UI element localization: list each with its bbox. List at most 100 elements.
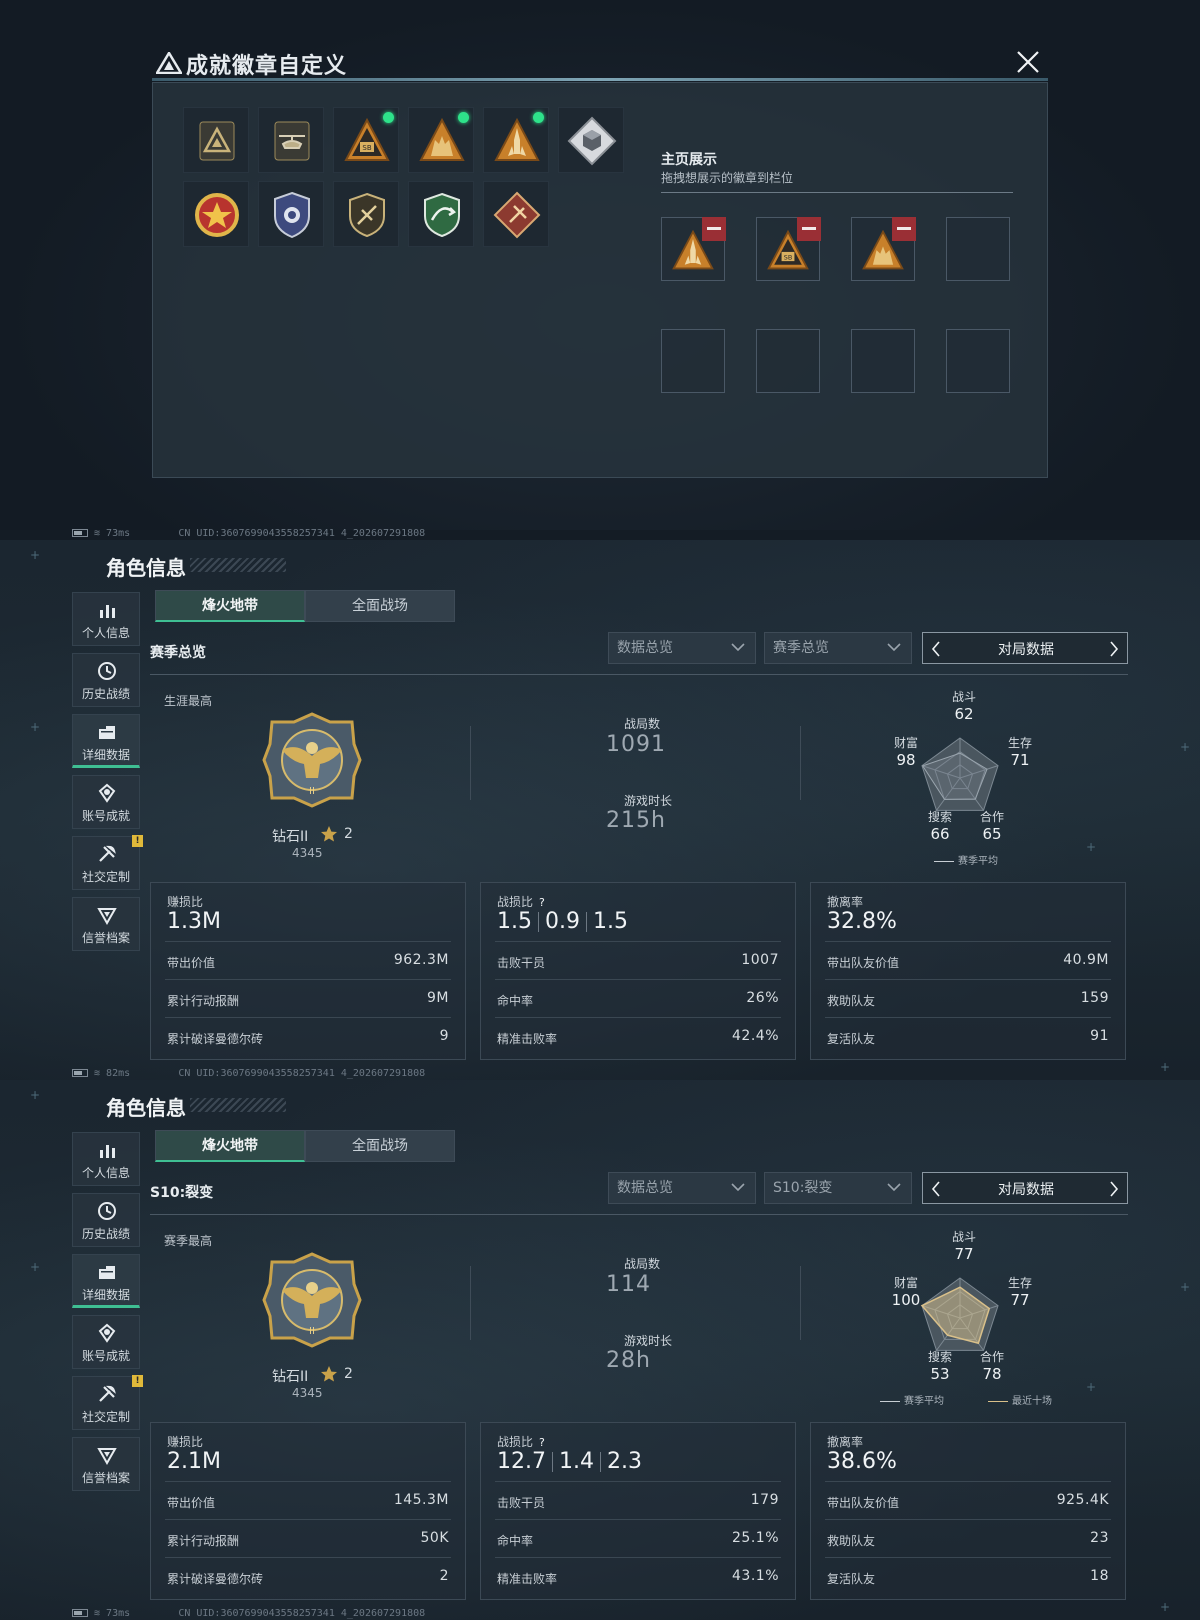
match-data-pager[interactable]: 对局数据: [922, 632, 1128, 664]
showcase-slot-empty[interactable]: [756, 329, 820, 393]
nav-history[interactable]: 历史战绩: [72, 653, 140, 707]
tab-active[interactable]: 烽火地带: [155, 1130, 305, 1162]
stat-value: 179: [750, 1492, 779, 1508]
badge-tile[interactable]: [483, 107, 549, 173]
legend-label: 赛季平均: [904, 1396, 944, 1407]
card-title: 赚损比: [167, 893, 203, 910]
stat-label: 累计破译曼德尔砖: [167, 1032, 264, 1046]
nav-achievements[interactable]: 账号成就: [72, 1315, 140, 1369]
data-scope-select[interactable]: 数据总览: [608, 1172, 756, 1204]
stat-label: 命中率: [497, 1534, 534, 1548]
close-icon[interactable]: [1014, 48, 1042, 76]
showcase-slot-filled[interactable]: SB: [756, 217, 821, 281]
radar-axis-value: 78: [982, 1365, 1002, 1383]
showcase-slot-empty[interactable]: [661, 329, 725, 393]
badge-tile[interactable]: SB: [333, 107, 399, 173]
tab-inactive[interactable]: 全面战场: [305, 1130, 455, 1162]
badge-tile[interactable]: [183, 181, 249, 247]
help-icon[interactable]: ?: [539, 1436, 545, 1449]
radar-axis-value: 77: [954, 1245, 974, 1263]
remove-badge-button[interactable]: [702, 217, 726, 241]
select-value: 赛季总览: [773, 640, 829, 656]
radar-axis-label: 战斗: [951, 1230, 976, 1244]
battles-value: 1091: [606, 732, 666, 757]
divider: [800, 1266, 801, 1340]
chevron-down-icon: [887, 1183, 901, 1192]
main-value: 2.1M: [167, 1449, 221, 1474]
legend-label: 最近十场: [1012, 1396, 1052, 1407]
match-data-pager[interactable]: 对局数据: [922, 1172, 1128, 1204]
stat-row: 累计行动报酬 50K: [165, 1519, 451, 1557]
stat-value: 91: [1090, 1028, 1109, 1044]
nav-label: 社交定制: [81, 870, 130, 884]
new-indicator-dot: [458, 112, 469, 123]
crossed-guns-icon: [606, 717, 619, 730]
remove-badge-button[interactable]: [797, 217, 821, 241]
stat-label: 带出队友价值: [827, 1496, 900, 1510]
main-value: 32.8%: [827, 909, 897, 934]
badge-dialog: 成就徽章自定义 SB 主页展示 拖拽想展示的徽章到栏位 SB: [152, 44, 1048, 478]
season-select[interactable]: 赛季总览: [764, 632, 912, 664]
tab-inactive[interactable]: 全面战场: [305, 590, 455, 622]
nav-detailed-data[interactable]: 详细数据: [72, 714, 140, 768]
nav-social[interactable]: 社交定制!: [72, 835, 143, 890]
badge-tile[interactable]: [483, 181, 549, 247]
stat-row: 带出队友价值 40.9M: [825, 941, 1111, 979]
diamond-cube-badge-icon: [567, 116, 617, 166]
legend-line: [988, 1400, 1008, 1402]
main-value: 1.3M: [167, 909, 221, 934]
showcase-slot-empty[interactable]: [946, 329, 1010, 393]
page-title: 角色信息: [106, 1096, 186, 1120]
folder-icon: [99, 726, 115, 739]
new-indicator-dot: [383, 112, 394, 123]
nav-achievements[interactable]: 账号成就: [72, 775, 140, 829]
stat-row: 累计破译曼德尔砖 2: [165, 1557, 451, 1595]
showcase-slot-empty[interactable]: [851, 329, 915, 393]
back-arrow-icon[interactable]: [72, 1094, 92, 1116]
chevron-right-icon[interactable]: [1109, 641, 1119, 657]
showcase-slot-filled[interactable]: [661, 217, 726, 281]
radar-axis-value: 66: [930, 825, 950, 843]
radar-axis-label: 战斗: [951, 690, 976, 704]
best-rank-label: 赛季最高: [164, 1234, 213, 1248]
nav-label: 详细数据: [81, 748, 130, 762]
badge-tile[interactable]: [408, 107, 474, 173]
badge-tile[interactable]: [333, 181, 399, 247]
radar-axis-value: 65: [982, 825, 1002, 843]
nav-reputation[interactable]: 信誉档案: [72, 897, 140, 951]
rank-emblem: II: [262, 712, 362, 808]
nav-social[interactable]: 社交定制!: [72, 1375, 143, 1430]
badge-tile[interactable]: [258, 107, 324, 173]
showcase-slot-empty[interactable]: [946, 217, 1010, 281]
data-scope-select[interactable]: 数据总览: [608, 632, 756, 664]
badge-tile[interactable]: [258, 181, 324, 247]
help-icon[interactable]: ?: [539, 896, 545, 909]
radar-axis-value: 71: [1010, 751, 1030, 769]
nav-reputation[interactable]: 信誉档案: [72, 1437, 140, 1491]
nav-history[interactable]: 历史战绩: [72, 1193, 140, 1247]
uid-text: CN UID:3607699043558257341 4_20260729180…: [178, 1068, 426, 1079]
badge-tile[interactable]: [558, 107, 624, 173]
stat-value: 2: [439, 1568, 449, 1584]
back-arrow-icon[interactable]: [72, 554, 92, 576]
season-select[interactable]: S10:裂变: [764, 1172, 912, 1204]
remove-badge-button[interactable]: [892, 217, 916, 241]
nav-personal-info[interactable]: 个人信息: [72, 592, 140, 646]
showcase-subtitle: 拖拽想展示的徽章到栏位: [661, 171, 794, 185]
showcase-slot-filled[interactable]: [851, 217, 916, 281]
rank-star-icon: [320, 825, 338, 843]
stat-label: 复活队友: [827, 1572, 876, 1586]
rank-name: 钻石II: [272, 1369, 309, 1385]
chevron-right-icon[interactable]: [1109, 1181, 1119, 1197]
badge-tile[interactable]: [183, 107, 249, 173]
tab-active[interactable]: 烽火地带: [155, 590, 305, 622]
nav-detailed-data[interactable]: 详细数据: [72, 1254, 140, 1308]
nav-personal-info[interactable]: 个人信息: [72, 1132, 140, 1186]
badge-tile[interactable]: [408, 181, 474, 247]
shield-blue-badge-icon: [274, 191, 310, 239]
nav-label: 个人信息: [81, 626, 130, 640]
timer-icon: [606, 794, 619, 807]
stat-row: 救助队友 23: [825, 1519, 1111, 1557]
status-bar: ≋ 73ms CN UID:3607699043558257341 4_2026…: [72, 528, 425, 539]
extraction-rate-card: 撤离率 38.6% 带出队友价值 925.4K 救助队友 23 复活队友 18: [810, 1422, 1126, 1600]
